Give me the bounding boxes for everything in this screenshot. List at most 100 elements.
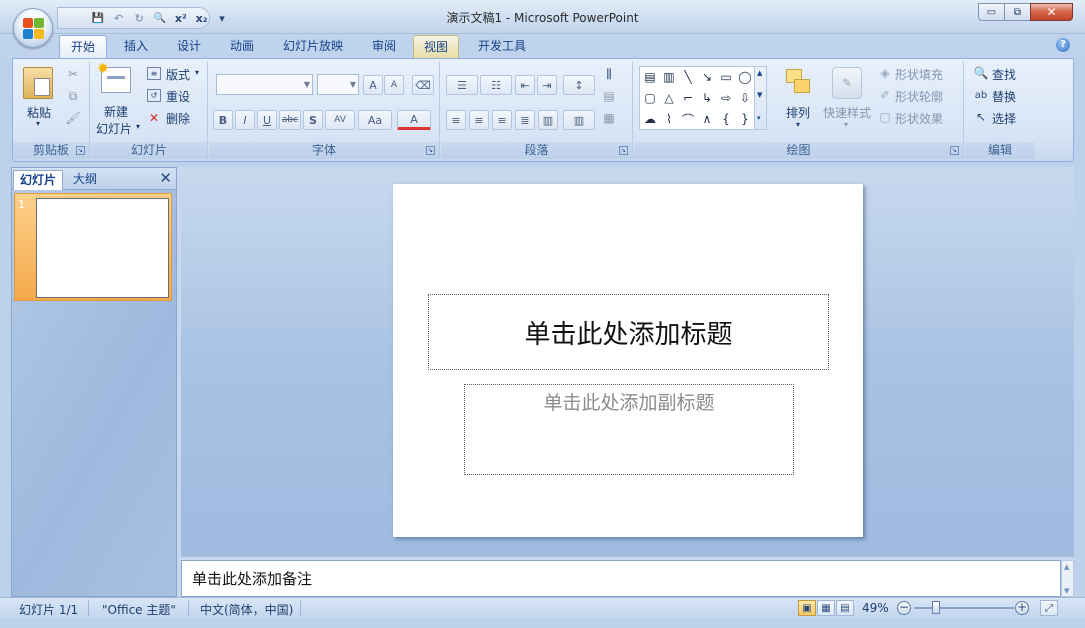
notes-pane[interactable]: 单击此处添加备注 bbox=[181, 560, 1061, 597]
slide-thumbnail[interactable] bbox=[36, 198, 169, 298]
shape-outline-icon[interactable]: ✐ bbox=[877, 88, 893, 102]
shapes-gallery[interactable]: ▤ ▥ ╲ ↘ ▭ ◯ ▢ △ ⌐ ↳ ⇨ ⇩ ☁ ⌇ ⌒ ∧ { } ▲ ▼ … bbox=[639, 66, 767, 130]
underline-button[interactable]: U bbox=[257, 110, 277, 130]
vtextbox-shape-icon[interactable]: ▥ bbox=[661, 69, 677, 85]
oval-shape-icon[interactable]: ◯ bbox=[737, 69, 753, 85]
normal-view-icon[interactable]: ▣ bbox=[798, 600, 816, 616]
right-arrow-shape-icon[interactable]: ⇨ bbox=[718, 90, 734, 106]
clear-formatting-icon[interactable]: ⌫ bbox=[412, 75, 434, 95]
char-spacing-button[interactable]: AV bbox=[325, 110, 355, 130]
columns-icon[interactable]: ▥ bbox=[563, 110, 595, 130]
shape-effects-button[interactable]: 形状效果 bbox=[895, 110, 943, 127]
clipboard-launcher-icon[interactable]: ↘ bbox=[76, 146, 85, 155]
zoom-out-button[interactable]: − bbox=[897, 601, 911, 615]
arrange-button[interactable]: 排列 bbox=[786, 104, 810, 121]
bullets-icon[interactable]: ☰ bbox=[446, 75, 478, 95]
tab-slides[interactable]: 幻灯片 bbox=[13, 170, 64, 190]
tab-animations[interactable]: 动画 bbox=[220, 35, 264, 58]
cut-icon[interactable]: ✂ bbox=[65, 66, 81, 82]
smartart-icon[interactable]: ▦ bbox=[599, 109, 619, 127]
delete-icon[interactable]: ✕ bbox=[147, 111, 161, 125]
language-status[interactable]: 中文(简体，中国) bbox=[200, 601, 293, 618]
grow-font-button[interactable]: A bbox=[363, 75, 383, 95]
arrow-line-shape-icon[interactable]: ↘ bbox=[699, 69, 715, 85]
tab-view[interactable]: 视图 bbox=[413, 35, 459, 58]
align-text-icon[interactable]: ▤ bbox=[599, 87, 619, 105]
shapes-scroll[interactable]: ▲ ▼ ▾ bbox=[754, 67, 766, 129]
arrange-icon[interactable] bbox=[784, 67, 814, 99]
align-right-icon[interactable]: ≡ bbox=[492, 110, 512, 130]
title-placeholder[interactable]: 单击此处添加标题 bbox=[428, 294, 829, 370]
select-button[interactable]: 选择 bbox=[992, 110, 1016, 127]
subtitle-placeholder[interactable]: 单击此处添加副标题 bbox=[464, 384, 794, 475]
increase-indent-icon[interactable]: ⇥ bbox=[537, 75, 557, 95]
tab-insert[interactable]: 插入 bbox=[114, 35, 158, 58]
align-left-icon[interactable]: ≡ bbox=[446, 110, 466, 130]
shrink-font-button[interactable]: A bbox=[384, 75, 404, 95]
slideshow-view-icon[interactable]: ▤ bbox=[836, 600, 854, 616]
reset-icon[interactable]: ↺ bbox=[147, 89, 161, 102]
font-color-button[interactable]: A bbox=[397, 110, 431, 130]
quick-styles-icon[interactable]: ✎ bbox=[832, 67, 862, 99]
italic-button[interactable]: I bbox=[235, 110, 255, 130]
left-brace-shape-icon[interactable]: { bbox=[718, 111, 734, 127]
arc-shape-icon[interactable]: ⌒ bbox=[680, 111, 696, 127]
slide-thumbnail-selected[interactable]: 1 bbox=[14, 193, 172, 301]
rectangle-shape-icon[interactable]: ▭ bbox=[718, 69, 734, 85]
strikethrough-button[interactable]: abc bbox=[279, 110, 301, 130]
right-brace-shape-icon[interactable]: } bbox=[737, 111, 753, 127]
notes-scrollbar[interactable]: ▲ ▼ bbox=[1061, 560, 1074, 597]
zoom-slider-thumb[interactable] bbox=[932, 601, 940, 614]
zoom-slider[interactable] bbox=[914, 607, 1014, 609]
line-spacing-icon[interactable]: ↕ bbox=[563, 75, 595, 95]
shape-fill-icon[interactable]: ◈ bbox=[877, 66, 893, 80]
elbow-arrow-shape-icon[interactable]: ↳ bbox=[699, 90, 715, 106]
curve-shape-icon[interactable]: ∧ bbox=[699, 111, 715, 127]
elbow-shape-icon[interactable]: ⌐ bbox=[680, 90, 696, 106]
drawing-launcher-icon[interactable]: ↘ bbox=[950, 146, 959, 155]
callout-shape-icon[interactable]: ☁ bbox=[642, 111, 658, 127]
decrease-indent-icon[interactable]: ⇤ bbox=[515, 75, 535, 95]
tab-home[interactable]: 开始 bbox=[59, 35, 107, 58]
textbox-shape-icon[interactable]: ▤ bbox=[642, 69, 658, 85]
replace-button[interactable]: 替换 bbox=[992, 88, 1016, 105]
change-case-button[interactable]: Aa bbox=[358, 110, 392, 130]
new-slide-button[interactable]: 幻灯片 bbox=[96, 120, 132, 137]
fit-to-window-icon[interactable]: ⤢ bbox=[1040, 600, 1058, 616]
office-button[interactable] bbox=[13, 8, 53, 48]
tab-developer[interactable]: 开发工具 bbox=[468, 35, 536, 58]
font-size-combo[interactable]: ▼ bbox=[317, 74, 359, 95]
layout-icon[interactable]: ≡ bbox=[147, 67, 161, 80]
zoom-in-button[interactable]: + bbox=[1015, 601, 1029, 615]
paste-icon[interactable] bbox=[23, 67, 53, 99]
line-shape-icon[interactable]: ╲ bbox=[680, 69, 696, 85]
justify-icon[interactable]: ≣ bbox=[515, 110, 535, 130]
distributed-icon[interactable]: ▥ bbox=[538, 110, 558, 130]
tab-slideshow[interactable]: 幻灯片放映 bbox=[274, 35, 352, 58]
new-slide-label-1[interactable]: 新建 bbox=[104, 103, 128, 120]
bold-button[interactable]: B bbox=[213, 110, 233, 130]
triangle-shape-icon[interactable]: △ bbox=[661, 90, 677, 106]
help-icon[interactable]: ? bbox=[1056, 38, 1070, 52]
tab-design[interactable]: 设计 bbox=[167, 35, 211, 58]
quick-styles-button[interactable]: 快速样式 bbox=[823, 104, 871, 121]
close-button[interactable]: ✕ bbox=[1030, 3, 1073, 21]
shadow-button[interactable]: S bbox=[303, 110, 323, 130]
paragraph-launcher-icon[interactable]: ↘ bbox=[619, 146, 628, 155]
down-arrow-shape-icon[interactable]: ⇩ bbox=[737, 90, 753, 106]
text-direction-icon[interactable]: ⫼ bbox=[599, 65, 619, 83]
find-button[interactable]: 查找 bbox=[992, 66, 1016, 83]
slide-sorter-icon[interactable]: ▦ bbox=[817, 600, 835, 616]
reset-button[interactable]: 重设 bbox=[166, 88, 190, 105]
layout-button[interactable]: 版式 bbox=[166, 66, 190, 83]
shape-outline-button[interactable]: 形状轮廓 bbox=[895, 88, 943, 105]
font-name-combo[interactable]: ▼ bbox=[216, 74, 313, 95]
copy-icon[interactable]: ⧉ bbox=[65, 88, 81, 104]
select-icon[interactable]: ↖ bbox=[973, 110, 989, 124]
numbering-icon[interactable]: ☷ bbox=[480, 75, 512, 95]
zoom-level[interactable]: 49% bbox=[862, 601, 889, 615]
minimize-button[interactable]: ▭ bbox=[978, 3, 1005, 21]
font-launcher-icon[interactable]: ↘ bbox=[426, 146, 435, 155]
rounded-rect-shape-icon[interactable]: ▢ bbox=[642, 90, 658, 106]
shape-fill-button[interactable]: 形状填充 bbox=[895, 66, 943, 83]
